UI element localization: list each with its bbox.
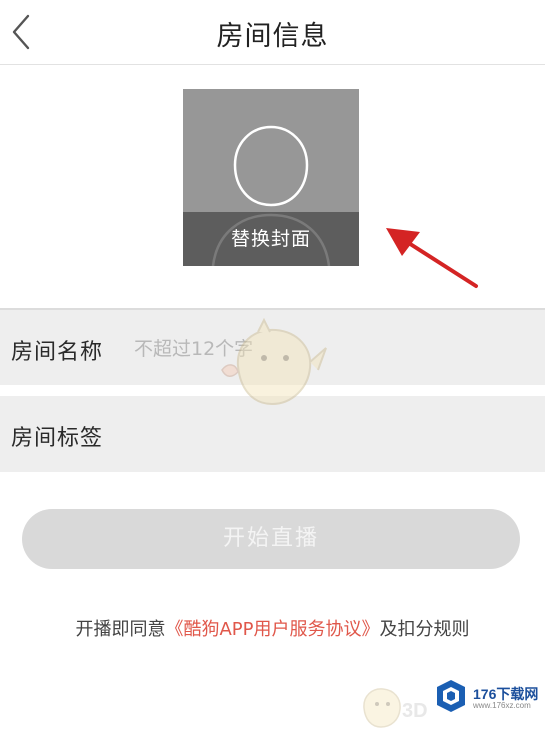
agreement-suffix: 及扣分规则 xyxy=(379,619,470,640)
top-bar: 房间信息 xyxy=(0,0,545,65)
room-name-label: 房间名称 xyxy=(11,340,104,365)
watermark-3d-mark: 3D xyxy=(402,700,428,722)
room-tag-label: 房间标签 xyxy=(11,426,104,451)
annotation-arrow-icon xyxy=(386,228,478,288)
watermark-site-url: www.176xz.com xyxy=(473,701,531,710)
site-logo-icon xyxy=(437,680,465,712)
mascot-watermark-icon xyxy=(221,318,327,406)
replace-cover-label: 替换封面 xyxy=(183,212,359,266)
agreement-prefix: 开播即同意 xyxy=(75,619,166,640)
start-live-button[interactable]: 开始直播 xyxy=(22,509,520,569)
page-title: 房间信息 xyxy=(216,21,329,52)
user-agreement-link[interactable]: 《酷狗APP用户服务协议》 xyxy=(165,619,379,640)
agreement-text: 开播即同意《酷狗APP用户服务协议》及扣分规则 xyxy=(0,615,545,641)
cover-image-button[interactable]: 替换封面 xyxy=(183,89,359,266)
